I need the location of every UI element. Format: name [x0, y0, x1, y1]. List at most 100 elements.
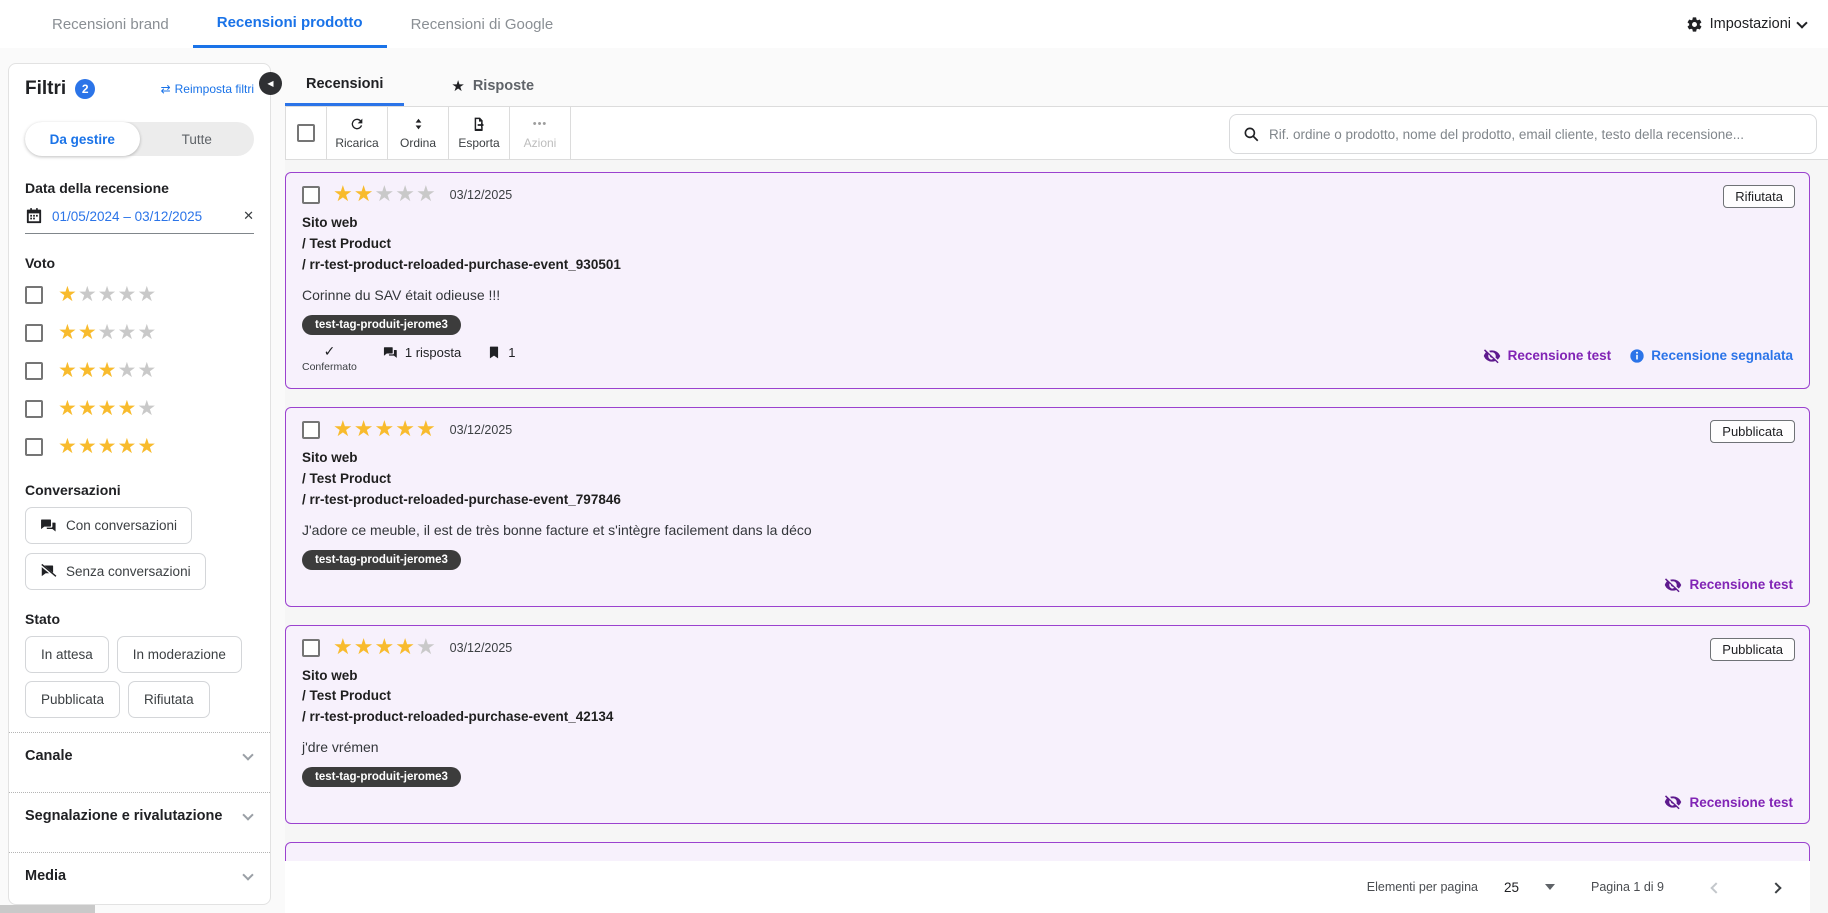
status-in-attesa-button[interactable]: In attesa: [25, 636, 109, 673]
rating-2-stars: ★★★★★: [58, 322, 157, 343]
review-card: ★★★★★ 03/12/2025 Rifiutata Sito web / Te…: [285, 172, 1810, 389]
eye-off-icon: [1664, 576, 1682, 594]
test-review-link[interactable]: Recensione test: [1483, 347, 1612, 365]
review-text: j'dre vrémen: [302, 739, 1793, 755]
content-area: Filtri 2 ⇄ Reimposta filtri Da gestire T…: [0, 48, 1828, 913]
export-icon: [471, 116, 487, 132]
product-info: Sito web / Test Product / rr-test-produc…: [302, 213, 1793, 276]
test-review-link[interactable]: Recensione test: [1664, 576, 1793, 594]
settings-label: Impostazioni: [1710, 16, 1791, 32]
tab-risposte[interactable]: ★ Risposte: [430, 77, 555, 106]
date-range-field[interactable]: 01/05/2024 – 03/12/2025 ✕: [25, 207, 254, 234]
calendar-icon: [25, 207, 43, 225]
select-all-checkbox[interactable]: [297, 124, 315, 142]
status-filter-label: Stato: [25, 611, 254, 627]
tab-recensioni-google[interactable]: Recensioni di Google: [387, 0, 578, 48]
reset-filters-link[interactable]: ⇄ Reimposta filtri: [161, 82, 254, 96]
horizontal-scrollbar[interactable]: [0, 905, 95, 913]
sort-arrows-icon: [411, 116, 426, 132]
section-segnalazione[interactable]: Segnalazione e rivalutazione: [25, 793, 254, 838]
refresh-icon: [349, 116, 365, 132]
confirmed-indicator: ✓ Confermato: [302, 344, 357, 373]
review-text: Corinne du SAV était odieuse !!!: [302, 287, 1793, 303]
tab-recensioni-prodotto[interactable]: Recensioni prodotto: [193, 0, 387, 48]
status-badge: Pubblicata: [1710, 638, 1795, 661]
rating-filter-row: ★★★★★: [25, 394, 254, 423]
review-checkbox[interactable]: [302, 421, 320, 439]
tab-recensioni-brand[interactable]: Recensioni brand: [28, 0, 193, 48]
without-conversations-button[interactable]: Senza conversazioni: [25, 553, 206, 590]
review-checkbox[interactable]: [302, 639, 320, 657]
eye-off-icon: [1664, 793, 1682, 811]
pagination-bar: Elementi per pagina 25 Pagina 1 di 9: [285, 861, 1810, 913]
collapse-arrow-icon: ◀: [267, 79, 273, 88]
next-page-button[interactable]: [1768, 875, 1784, 899]
chat-bubbles-icon: [40, 517, 57, 534]
date-filter-label: Data della recensione: [25, 180, 254, 196]
section-canale[interactable]: Canale: [25, 733, 254, 778]
items-per-page-label: Elementi per pagina: [1367, 880, 1478, 894]
select-all-cell: [285, 107, 327, 159]
chevron-down-icon: [242, 869, 253, 880]
flagged-review-link[interactable]: Recensione segnalata: [1629, 348, 1793, 364]
rating-filter-label: Voto: [25, 255, 254, 271]
bookmark-count[interactable]: 1: [487, 345, 515, 360]
reload-button[interactable]: Ricarica: [327, 107, 388, 159]
collapse-filters-button[interactable]: ◀: [259, 72, 282, 95]
review-tag: test-tag-produit-jerome3: [302, 550, 461, 570]
actions-button[interactable]: ••• Azioni: [510, 107, 571, 159]
with-conversations-button[interactable]: Con conversazioni: [25, 507, 192, 544]
rating-4-checkbox[interactable]: [25, 400, 43, 418]
rating-1-stars: ★★★★★: [58, 284, 157, 305]
toggle-tutte[interactable]: Tutte: [140, 122, 255, 156]
settings-menu[interactable]: Impostazioni: [1686, 0, 1806, 48]
status-in-moderazione-button[interactable]: In moderazione: [117, 636, 242, 673]
top-tabs: Recensioni brand Recensioni prodotto Rec…: [0, 0, 1828, 48]
status-pubblicata-button[interactable]: Pubblicata: [25, 681, 120, 718]
review-card: ★★★★★ 03/12/2025 Pubblicata Sito web / T…: [285, 407, 1810, 607]
status-rifiutata-button[interactable]: Rifiutata: [128, 681, 210, 718]
rating-filter-row: ★★★★★: [25, 432, 254, 461]
section-media[interactable]: Media: [25, 853, 254, 898]
review-card: ★★★★★ 03/12/2025 Pubblicata Sito web / T…: [285, 625, 1810, 825]
previous-page-button[interactable]: [1708, 875, 1724, 899]
chat-bubble-slash-icon: [40, 563, 57, 580]
rating-filter-row: ★★★★★: [25, 280, 254, 309]
search-input[interactable]: [1269, 127, 1804, 142]
search-icon: [1242, 125, 1260, 143]
rating-2-checkbox[interactable]: [25, 324, 43, 342]
reset-icon: ⇄: [161, 82, 171, 96]
toggle-da-gestire[interactable]: Da gestire: [25, 122, 140, 156]
review-tabs: Recensioni ★ Risposte: [285, 68, 1828, 106]
responses-count[interactable]: 1 risposta: [383, 345, 461, 360]
chevron-down-icon: [242, 749, 253, 760]
product-info: Sito web / Test Product / rr-test-produc…: [302, 666, 1793, 729]
reviews-toolbar: Ricarica Ordina Esporta ••• Azioni: [285, 106, 1828, 160]
clear-date-icon[interactable]: ✕: [243, 208, 254, 224]
date-range-value: 01/05/2024 – 03/12/2025: [52, 209, 234, 224]
review-scope-toggle: Da gestire Tutte: [25, 122, 254, 156]
items-per-page-control[interactable]: Elementi per pagina 25: [1367, 880, 1555, 895]
rating-1-checkbox[interactable]: [25, 286, 43, 304]
rating-5-checkbox[interactable]: [25, 438, 43, 456]
sort-button[interactable]: Ordina: [388, 107, 449, 159]
review-date: 03/12/2025: [450, 423, 513, 437]
export-button[interactable]: Esporta: [449, 107, 510, 159]
top-navigation: Recensioni brand Recensioni prodotto Rec…: [0, 0, 1828, 48]
review-checkbox[interactable]: [302, 186, 320, 204]
product-info: Sito web / Test Product / rr-test-produc…: [302, 448, 1793, 511]
search-field: [1229, 114, 1817, 154]
rating-3-stars: ★★★★★: [58, 360, 157, 381]
filters-title: Filtri: [25, 78, 66, 100]
chevron-down-icon: [242, 809, 253, 820]
bookmark-icon: [487, 345, 501, 360]
rating-filter-row: ★★★★★: [25, 318, 254, 347]
test-review-link[interactable]: Recensione test: [1664, 793, 1793, 811]
review-text: J'adore ce meuble, il est de très bonne …: [302, 522, 1793, 538]
tab-recensioni[interactable]: Recensioni: [285, 76, 404, 106]
rating-3-checkbox[interactable]: [25, 362, 43, 380]
review-tag: test-tag-produit-jerome3: [302, 315, 461, 335]
info-icon: [1629, 348, 1645, 364]
chevron-down-icon: [1796, 17, 1807, 28]
rating-5-stars: ★★★★★: [58, 436, 157, 457]
